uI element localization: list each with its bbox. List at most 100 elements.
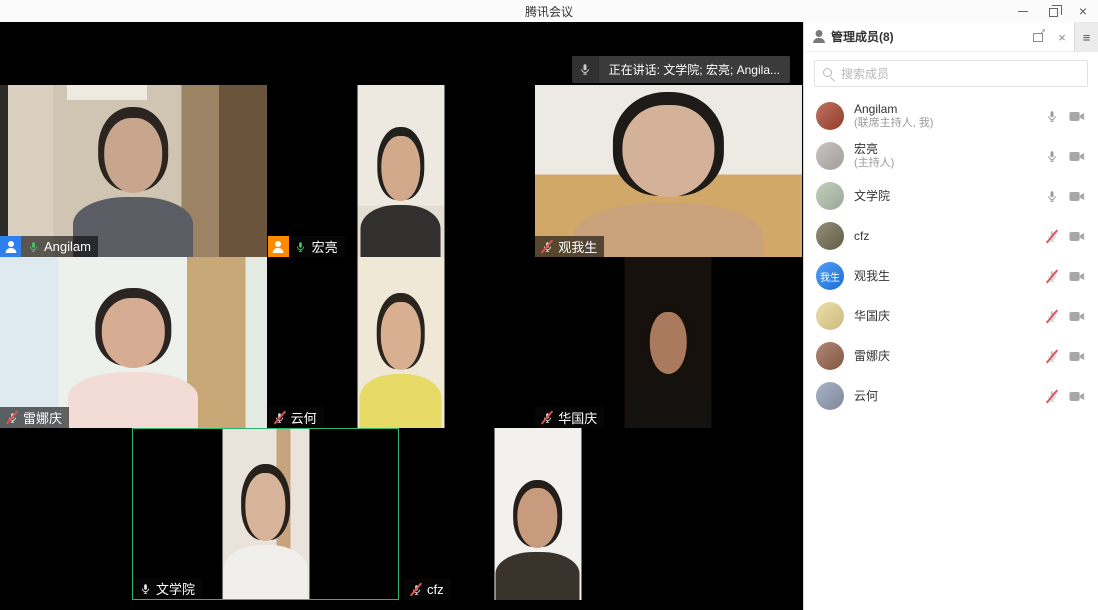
member-name: 宏亮	[854, 142, 1045, 157]
participant-name: 宏亮	[312, 237, 338, 256]
camera-icon[interactable]	[1068, 389, 1086, 404]
mic-muted-icon[interactable]	[1045, 349, 1059, 364]
video-tile-hongliang[interactable]: 宏亮	[268, 85, 536, 257]
participant-name: 观我生	[558, 237, 597, 256]
video-feed	[222, 429, 309, 599]
participant-name: 雷娜庆	[23, 408, 62, 427]
mic-icon	[138, 581, 152, 596]
close-panel-button[interactable]: ×	[1050, 22, 1074, 52]
host-badge-icon	[268, 236, 289, 257]
mic-icon[interactable]	[1045, 109, 1059, 124]
tile-name-label: 云何	[268, 407, 324, 428]
avatar	[816, 142, 844, 170]
camera-icon[interactable]	[1068, 349, 1086, 364]
camera-icon[interactable]	[1068, 229, 1086, 244]
video-feed	[0, 85, 267, 257]
video-grid: 正在讲话: 文学院; 宏亮; Angila... Angilam	[0, 22, 803, 610]
tile-name-label: 宏亮	[268, 236, 345, 257]
mic-muted-icon[interactable]	[1045, 309, 1059, 324]
cohost-badge-icon	[0, 236, 21, 257]
member-panel-title: 管理成员(8)	[831, 28, 894, 45]
close-button[interactable]: ×	[1068, 0, 1098, 22]
video-tile-cfz[interactable]: cfz	[404, 428, 671, 600]
close-icon: ×	[1079, 4, 1087, 18]
mic-icon[interactable]	[1045, 189, 1059, 204]
member-row-angilam[interactable]: Angilam (联席主持人, 我)	[804, 96, 1098, 136]
video-feed	[0, 257, 267, 428]
mic-muted-icon	[5, 410, 19, 425]
member-row-guanwosheng[interactable]: 我生 观我生	[804, 256, 1098, 296]
member-row-leinaqing[interactable]: 雷娜庆	[804, 336, 1098, 376]
video-tile-angilam[interactable]: Angilam	[0, 85, 268, 257]
participant-name: Angilam	[44, 239, 91, 254]
restore-icon	[1049, 8, 1058, 17]
mic-muted-icon	[540, 239, 554, 254]
mic-muted-icon	[409, 582, 423, 597]
tile-name-label: 文学院	[133, 578, 202, 599]
participant-name: 云何	[291, 408, 317, 427]
speaking-banner: 正在讲话: 文学院; 宏亮; Angila...	[572, 56, 790, 83]
video-feed	[535, 85, 802, 257]
speaking-banner-text: 正在讲话: 文学院; 宏亮; Angila...	[599, 56, 790, 83]
video-tile-huaguoqing[interactable]: 华国庆	[535, 257, 803, 428]
member-name: 雷娜庆	[854, 349, 1045, 364]
member-search	[814, 60, 1088, 87]
member-name: cfz	[854, 229, 1045, 244]
avatar	[816, 302, 844, 330]
video-tile-guanwosheng[interactable]: 观我生	[535, 85, 803, 257]
search-input[interactable]	[815, 61, 1087, 86]
close-icon: ×	[1058, 31, 1066, 44]
microphone-icon	[572, 56, 599, 83]
member-list: Angilam (联席主持人, 我) 宏亮 (主持人)	[804, 96, 1098, 610]
window-titlebar: 腾讯会议 ×	[0, 0, 1098, 22]
video-feed	[494, 428, 581, 600]
camera-icon[interactable]	[1068, 109, 1086, 124]
hamburger-icon: ≡	[1083, 30, 1091, 45]
camera-icon[interactable]	[1068, 189, 1086, 204]
member-row-hongliang[interactable]: 宏亮 (主持人)	[804, 136, 1098, 176]
member-row-huaguoqing[interactable]: 华国庆	[804, 296, 1098, 336]
member-role: (主持人)	[854, 157, 1045, 170]
popout-panel-button[interactable]	[1026, 22, 1050, 52]
video-tile-leinaqing[interactable]: 雷娜庆	[0, 257, 268, 428]
participant-name: 文学院	[156, 579, 195, 598]
window-controls: ×	[1008, 0, 1098, 22]
tile-name-label: Angilam	[0, 236, 98, 257]
mic-icon	[26, 239, 40, 254]
mic-icon[interactable]	[1045, 149, 1059, 164]
minimize-button[interactable]	[1008, 0, 1038, 22]
window-title: 腾讯会议	[525, 3, 573, 20]
camera-icon[interactable]	[1068, 309, 1086, 324]
mic-muted-icon[interactable]	[1045, 269, 1059, 284]
member-name: Angilam	[854, 102, 1045, 117]
popout-icon	[1033, 33, 1043, 42]
avatar	[816, 182, 844, 210]
member-panel-header: 管理成员(8) × ≡	[804, 22, 1098, 52]
member-panel: 管理成员(8) × ≡ Angilam (联席主持人, 我)	[803, 22, 1098, 610]
participant-name: cfz	[427, 582, 444, 597]
camera-icon[interactable]	[1068, 269, 1086, 284]
tile-name-label: 华国庆	[535, 407, 604, 428]
avatar: 我生	[816, 262, 844, 290]
panel-menu-button[interactable]: ≡	[1074, 22, 1098, 52]
camera-icon[interactable]	[1068, 149, 1086, 164]
video-feed	[357, 257, 444, 428]
member-name: 文学院	[854, 189, 1045, 204]
mic-muted-icon[interactable]	[1045, 389, 1059, 404]
mic-muted-icon[interactable]	[1045, 229, 1059, 244]
video-tile-yunhe[interactable]: 云何	[268, 257, 536, 428]
member-row-yunhe[interactable]: 云何	[804, 376, 1098, 416]
member-row-cfz[interactable]: cfz	[804, 216, 1098, 256]
video-feed	[625, 257, 712, 428]
mic-icon	[294, 239, 308, 254]
tile-name-label: 雷娜庆	[0, 407, 69, 428]
video-tile-wenxueyuan[interactable]: 文学院	[132, 428, 399, 600]
search-icon	[823, 68, 832, 77]
mic-muted-icon	[273, 410, 287, 425]
avatar	[816, 342, 844, 370]
participant-name: 华国庆	[558, 408, 597, 427]
member-row-wenxueyuan[interactable]: 文学院	[804, 176, 1098, 216]
restore-button[interactable]	[1038, 0, 1068, 22]
members-icon	[812, 30, 825, 43]
member-name: 观我生	[854, 269, 1045, 284]
